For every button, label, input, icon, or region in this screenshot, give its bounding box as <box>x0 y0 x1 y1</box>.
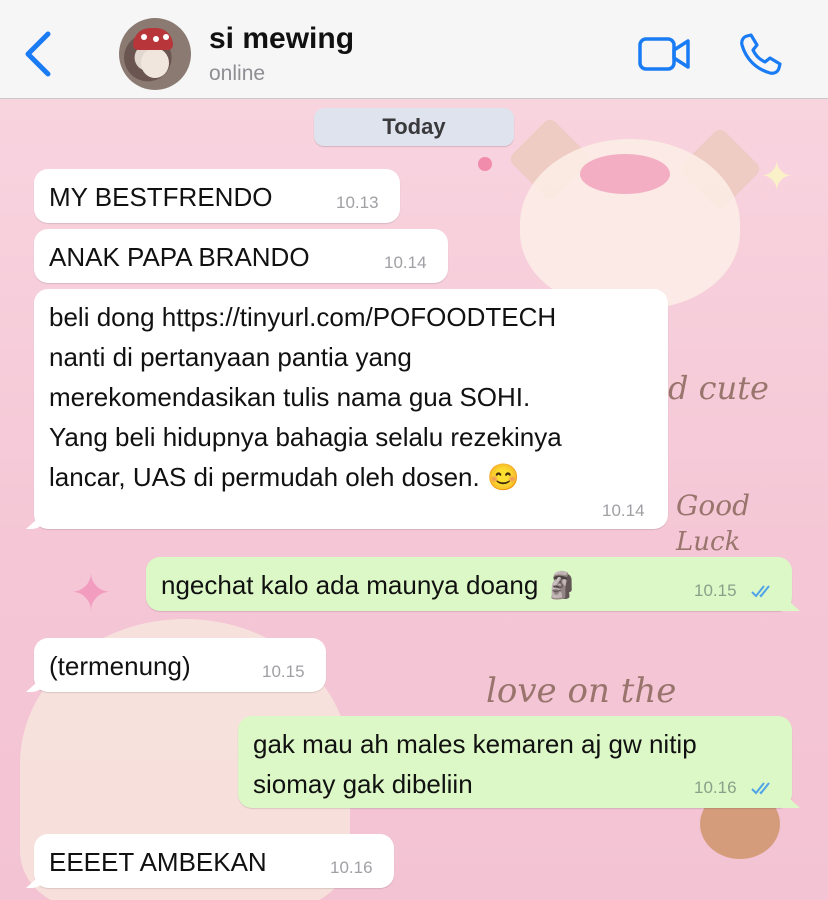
message-time: 10.14 <box>384 253 427 272</box>
avatar[interactable] <box>119 18 191 90</box>
message-text: ngechat kalo ada maunya doang 🗿 <box>161 570 578 600</box>
message-text: MY BESTFRENDO <box>49 182 273 212</box>
read-receipt-icon <box>751 782 770 795</box>
message-outgoing[interactable]: ngechat kalo ada maunya doang 🗿 10.15 <box>146 557 800 611</box>
message-incoming[interactable]: (termenung) 10.15 <box>26 638 326 692</box>
message-text: (termenung) <box>49 651 191 681</box>
message-incoming[interactable]: beli dong https://tinyurl.com/POFOODTECH… <box>26 289 668 529</box>
message-time: 10.14 <box>602 501 645 520</box>
message-time: 10.13 <box>336 193 379 212</box>
message-text: gak mau ah males kemaren aj gw nitip sio… <box>253 729 697 799</box>
message-incoming[interactable]: EEEET AMBEKAN 10.16 <box>26 834 394 888</box>
contact-name[interactable]: si mewing <box>209 22 354 56</box>
wallpaper-text: love on the <box>486 671 677 711</box>
wallpaper-text: d cute <box>668 369 769 407</box>
phone-icon[interactable] <box>738 33 782 77</box>
message-text: EEEET AMBEKAN <box>49 847 267 877</box>
message-time: 10.16 <box>694 778 737 797</box>
message-outgoing[interactable]: gak mau ah males kemaren aj gw nitip sio… <box>238 716 800 808</box>
message-text: ANAK PAPA BRANDO <box>49 242 310 272</box>
video-camera-icon[interactable] <box>638 36 690 72</box>
message-text: beli dong https://tinyurl.com/POFOODTECH… <box>49 302 562 492</box>
message-incoming[interactable]: ANAK PAPA BRANDO 10.14 <box>34 229 448 283</box>
date-separator: Today <box>314 108 514 146</box>
message-incoming[interactable]: MY BESTFRENDO 10.13 <box>34 169 400 223</box>
wallpaper-text: Luck <box>676 527 741 557</box>
message-time: 10.15 <box>694 581 737 600</box>
wallpaper-text: Good <box>676 489 751 522</box>
chat-header: si mewing online <box>0 0 828 99</box>
read-receipt-icon <box>751 585 770 598</box>
contact-status: online <box>209 62 266 85</box>
chevron-left-icon[interactable] <box>22 30 54 78</box>
message-time: 10.16 <box>330 858 373 877</box>
message-time: 10.15 <box>262 662 305 681</box>
